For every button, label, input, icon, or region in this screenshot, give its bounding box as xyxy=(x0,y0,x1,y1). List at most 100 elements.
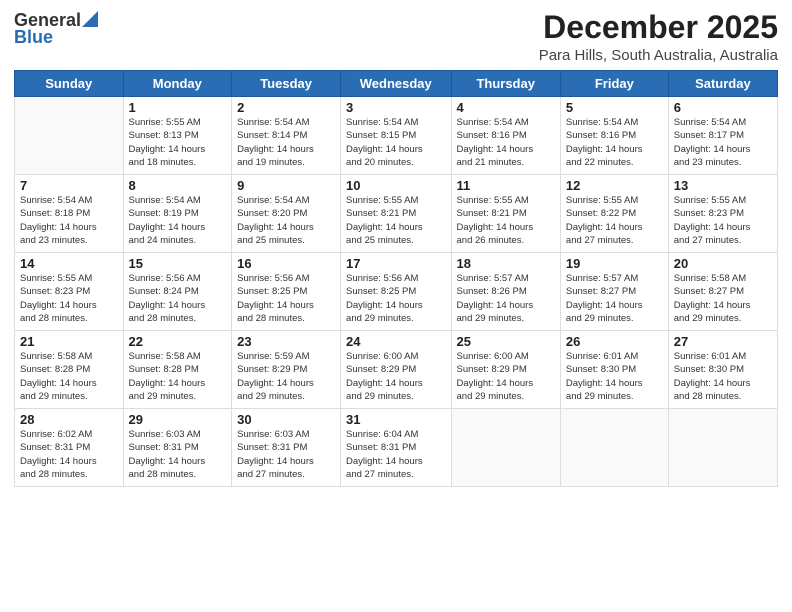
cell-info-text: Sunrise: 5:57 AM Sunset: 8:27 PM Dayligh… xyxy=(566,272,663,325)
calendar-cell: 11Sunrise: 5:55 AM Sunset: 8:21 PM Dayli… xyxy=(451,175,560,253)
page: General Blue December 2025 Para Hills, S… xyxy=(0,0,792,612)
cell-date-number: 11 xyxy=(457,178,555,193)
calendar-day-header: Saturday xyxy=(668,71,777,97)
calendar-week-row: 1Sunrise: 5:55 AM Sunset: 8:13 PM Daylig… xyxy=(15,97,778,175)
cell-date-number: 7 xyxy=(20,178,118,193)
cell-info-text: Sunrise: 5:56 AM Sunset: 8:25 PM Dayligh… xyxy=(237,272,335,325)
cell-info-text: Sunrise: 6:03 AM Sunset: 8:31 PM Dayligh… xyxy=(129,428,227,481)
calendar-cell: 14Sunrise: 5:55 AM Sunset: 8:23 PM Dayli… xyxy=(15,253,124,331)
calendar-cell: 19Sunrise: 5:57 AM Sunset: 8:27 PM Dayli… xyxy=(560,253,668,331)
cell-date-number: 26 xyxy=(566,334,663,349)
cell-info-text: Sunrise: 5:55 AM Sunset: 8:21 PM Dayligh… xyxy=(346,194,445,247)
cell-info-text: Sunrise: 6:01 AM Sunset: 8:30 PM Dayligh… xyxy=(674,350,772,403)
cell-date-number: 21 xyxy=(20,334,118,349)
cell-date-number: 24 xyxy=(346,334,445,349)
cell-info-text: Sunrise: 5:54 AM Sunset: 8:14 PM Dayligh… xyxy=(237,116,335,169)
calendar-day-header: Thursday xyxy=(451,71,560,97)
cell-info-text: Sunrise: 5:55 AM Sunset: 8:23 PM Dayligh… xyxy=(20,272,118,325)
cell-date-number: 16 xyxy=(237,256,335,271)
cell-date-number: 1 xyxy=(129,100,227,115)
cell-date-number: 2 xyxy=(237,100,335,115)
cell-date-number: 17 xyxy=(346,256,445,271)
logo: General Blue xyxy=(14,10,98,48)
cell-date-number: 25 xyxy=(457,334,555,349)
calendar-cell xyxy=(560,409,668,487)
cell-date-number: 4 xyxy=(457,100,555,115)
cell-info-text: Sunrise: 5:58 AM Sunset: 8:27 PM Dayligh… xyxy=(674,272,772,325)
cell-info-text: Sunrise: 6:03 AM Sunset: 8:31 PM Dayligh… xyxy=(237,428,335,481)
main-title: December 2025 xyxy=(539,10,778,45)
cell-info-text: Sunrise: 5:57 AM Sunset: 8:26 PM Dayligh… xyxy=(457,272,555,325)
cell-date-number: 14 xyxy=(20,256,118,271)
cell-date-number: 3 xyxy=(346,100,445,115)
calendar-cell: 1Sunrise: 5:55 AM Sunset: 8:13 PM Daylig… xyxy=(123,97,232,175)
cell-info-text: Sunrise: 6:02 AM Sunset: 8:31 PM Dayligh… xyxy=(20,428,118,481)
calendar-cell: 23Sunrise: 5:59 AM Sunset: 8:29 PM Dayli… xyxy=(232,331,341,409)
cell-info-text: Sunrise: 5:54 AM Sunset: 8:20 PM Dayligh… xyxy=(237,194,335,247)
calendar-cell: 15Sunrise: 5:56 AM Sunset: 8:24 PM Dayli… xyxy=(123,253,232,331)
cell-info-text: Sunrise: 5:58 AM Sunset: 8:28 PM Dayligh… xyxy=(20,350,118,403)
cell-info-text: Sunrise: 5:54 AM Sunset: 8:16 PM Dayligh… xyxy=(566,116,663,169)
cell-date-number: 28 xyxy=(20,412,118,427)
cell-info-text: Sunrise: 5:55 AM Sunset: 8:13 PM Dayligh… xyxy=(129,116,227,169)
calendar-cell: 9Sunrise: 5:54 AM Sunset: 8:20 PM Daylig… xyxy=(232,175,341,253)
cell-date-number: 12 xyxy=(566,178,663,193)
cell-date-number: 13 xyxy=(674,178,772,193)
cell-date-number: 15 xyxy=(129,256,227,271)
cell-info-text: Sunrise: 6:00 AM Sunset: 8:29 PM Dayligh… xyxy=(346,350,445,403)
logo-blue: Blue xyxy=(14,27,53,48)
subtitle: Para Hills, South Australia, Australia xyxy=(539,47,778,64)
calendar-day-header: Monday xyxy=(123,71,232,97)
cell-info-text: Sunrise: 6:01 AM Sunset: 8:30 PM Dayligh… xyxy=(566,350,663,403)
calendar-cell: 20Sunrise: 5:58 AM Sunset: 8:27 PM Dayli… xyxy=(668,253,777,331)
calendar-cell: 30Sunrise: 6:03 AM Sunset: 8:31 PM Dayli… xyxy=(232,409,341,487)
calendar-day-header: Friday xyxy=(560,71,668,97)
calendar-cell: 7Sunrise: 5:54 AM Sunset: 8:18 PM Daylig… xyxy=(15,175,124,253)
calendar-cell: 29Sunrise: 6:03 AM Sunset: 8:31 PM Dayli… xyxy=(123,409,232,487)
calendar-week-row: 7Sunrise: 5:54 AM Sunset: 8:18 PM Daylig… xyxy=(15,175,778,253)
title-block: December 2025 Para Hills, South Australi… xyxy=(539,10,778,64)
cell-info-text: Sunrise: 6:00 AM Sunset: 8:29 PM Dayligh… xyxy=(457,350,555,403)
cell-date-number: 10 xyxy=(346,178,445,193)
cell-info-text: Sunrise: 5:55 AM Sunset: 8:23 PM Dayligh… xyxy=(674,194,772,247)
calendar-cell: 17Sunrise: 5:56 AM Sunset: 8:25 PM Dayli… xyxy=(341,253,451,331)
cell-info-text: Sunrise: 5:54 AM Sunset: 8:19 PM Dayligh… xyxy=(129,194,227,247)
calendar-header-row: SundayMondayTuesdayWednesdayThursdayFrid… xyxy=(15,71,778,97)
calendar-cell: 22Sunrise: 5:58 AM Sunset: 8:28 PM Dayli… xyxy=(123,331,232,409)
cell-info-text: Sunrise: 5:54 AM Sunset: 8:17 PM Dayligh… xyxy=(674,116,772,169)
cell-info-text: Sunrise: 5:56 AM Sunset: 8:24 PM Dayligh… xyxy=(129,272,227,325)
cell-date-number: 31 xyxy=(346,412,445,427)
cell-info-text: Sunrise: 5:59 AM Sunset: 8:29 PM Dayligh… xyxy=(237,350,335,403)
cell-date-number: 8 xyxy=(129,178,227,193)
cell-info-text: Sunrise: 5:58 AM Sunset: 8:28 PM Dayligh… xyxy=(129,350,227,403)
calendar-day-header: Sunday xyxy=(15,71,124,97)
calendar-cell: 16Sunrise: 5:56 AM Sunset: 8:25 PM Dayli… xyxy=(232,253,341,331)
calendar-day-header: Tuesday xyxy=(232,71,341,97)
calendar-cell: 3Sunrise: 5:54 AM Sunset: 8:15 PM Daylig… xyxy=(341,97,451,175)
cell-date-number: 27 xyxy=(674,334,772,349)
cell-date-number: 23 xyxy=(237,334,335,349)
calendar-cell xyxy=(451,409,560,487)
cell-info-text: Sunrise: 5:54 AM Sunset: 8:16 PM Dayligh… xyxy=(457,116,555,169)
calendar-cell: 28Sunrise: 6:02 AM Sunset: 8:31 PM Dayli… xyxy=(15,409,124,487)
cell-date-number: 29 xyxy=(129,412,227,427)
calendar-cell: 4Sunrise: 5:54 AM Sunset: 8:16 PM Daylig… xyxy=(451,97,560,175)
calendar-cell: 25Sunrise: 6:00 AM Sunset: 8:29 PM Dayli… xyxy=(451,331,560,409)
cell-date-number: 6 xyxy=(674,100,772,115)
logo-icon xyxy=(82,11,98,27)
calendar-week-row: 14Sunrise: 5:55 AM Sunset: 8:23 PM Dayli… xyxy=(15,253,778,331)
cell-info-text: Sunrise: 5:54 AM Sunset: 8:18 PM Dayligh… xyxy=(20,194,118,247)
calendar-cell: 31Sunrise: 6:04 AM Sunset: 8:31 PM Dayli… xyxy=(341,409,451,487)
cell-info-text: Sunrise: 6:04 AM Sunset: 8:31 PM Dayligh… xyxy=(346,428,445,481)
calendar-cell: 18Sunrise: 5:57 AM Sunset: 8:26 PM Dayli… xyxy=(451,253,560,331)
calendar-cell: 8Sunrise: 5:54 AM Sunset: 8:19 PM Daylig… xyxy=(123,175,232,253)
calendar-cell: 2Sunrise: 5:54 AM Sunset: 8:14 PM Daylig… xyxy=(232,97,341,175)
calendar-cell: 6Sunrise: 5:54 AM Sunset: 8:17 PM Daylig… xyxy=(668,97,777,175)
calendar-cell: 26Sunrise: 6:01 AM Sunset: 8:30 PM Dayli… xyxy=(560,331,668,409)
header: General Blue December 2025 Para Hills, S… xyxy=(14,10,778,64)
calendar-cell: 27Sunrise: 6:01 AM Sunset: 8:30 PM Dayli… xyxy=(668,331,777,409)
calendar-cell: 13Sunrise: 5:55 AM Sunset: 8:23 PM Dayli… xyxy=(668,175,777,253)
cell-info-text: Sunrise: 5:55 AM Sunset: 8:21 PM Dayligh… xyxy=(457,194,555,247)
cell-date-number: 19 xyxy=(566,256,663,271)
calendar-cell: 10Sunrise: 5:55 AM Sunset: 8:21 PM Dayli… xyxy=(341,175,451,253)
